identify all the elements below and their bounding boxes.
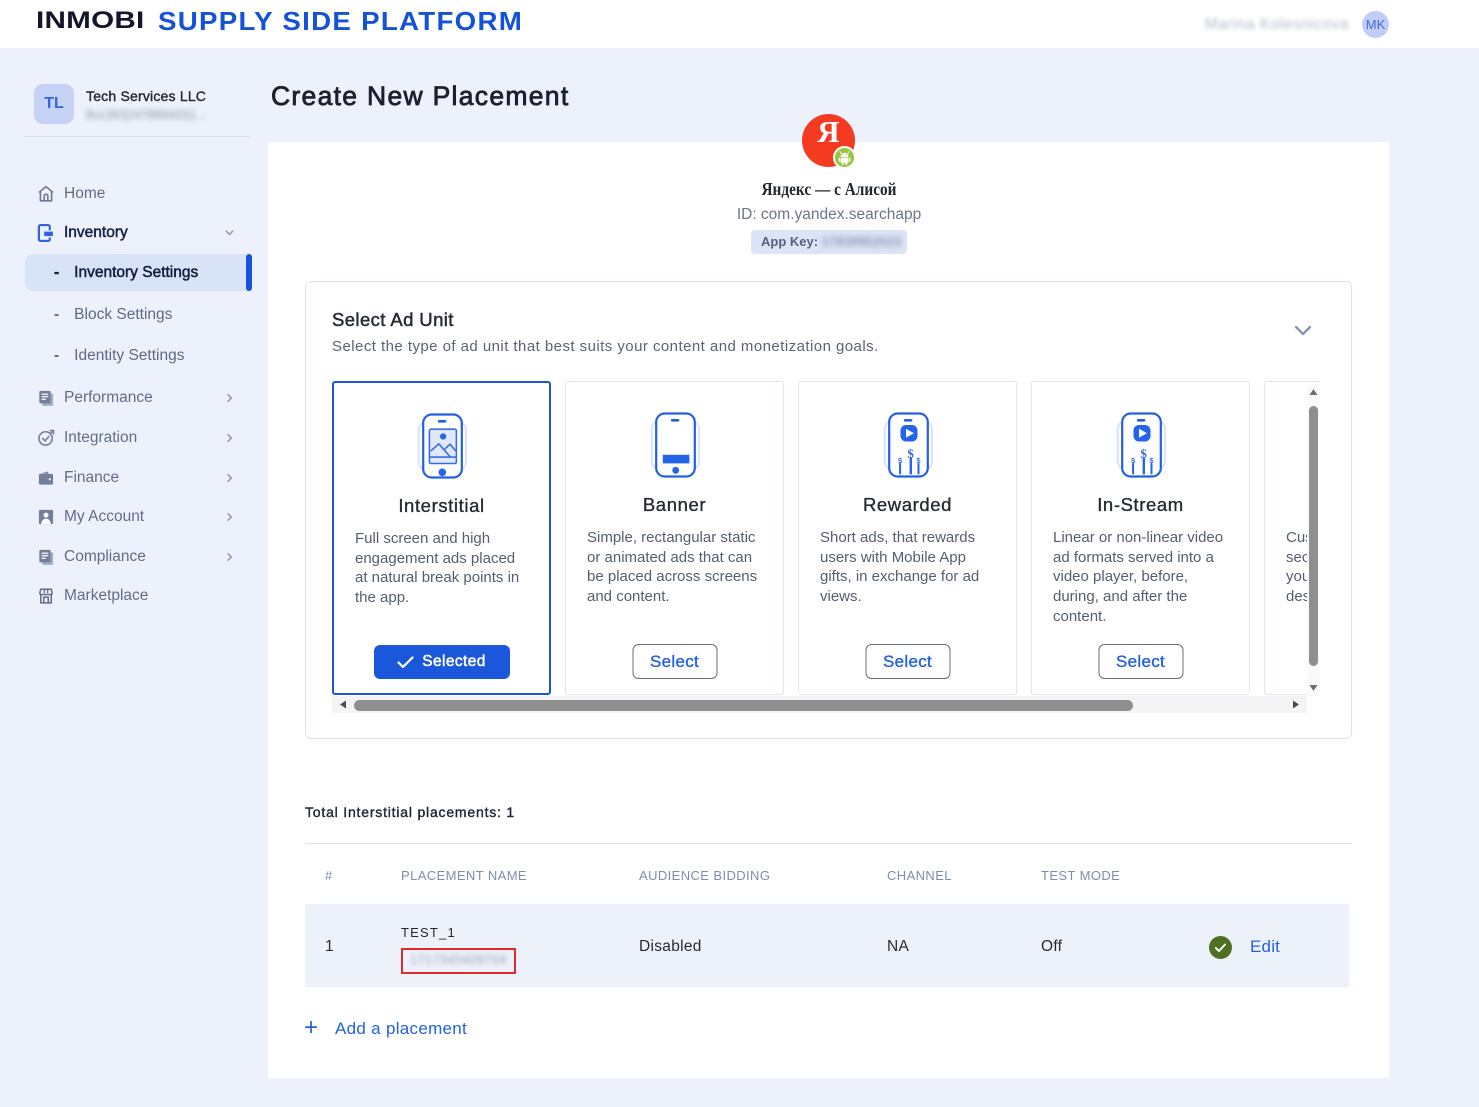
svg-text:$: $ xyxy=(907,446,914,461)
svg-text:$: $ xyxy=(1140,446,1147,461)
